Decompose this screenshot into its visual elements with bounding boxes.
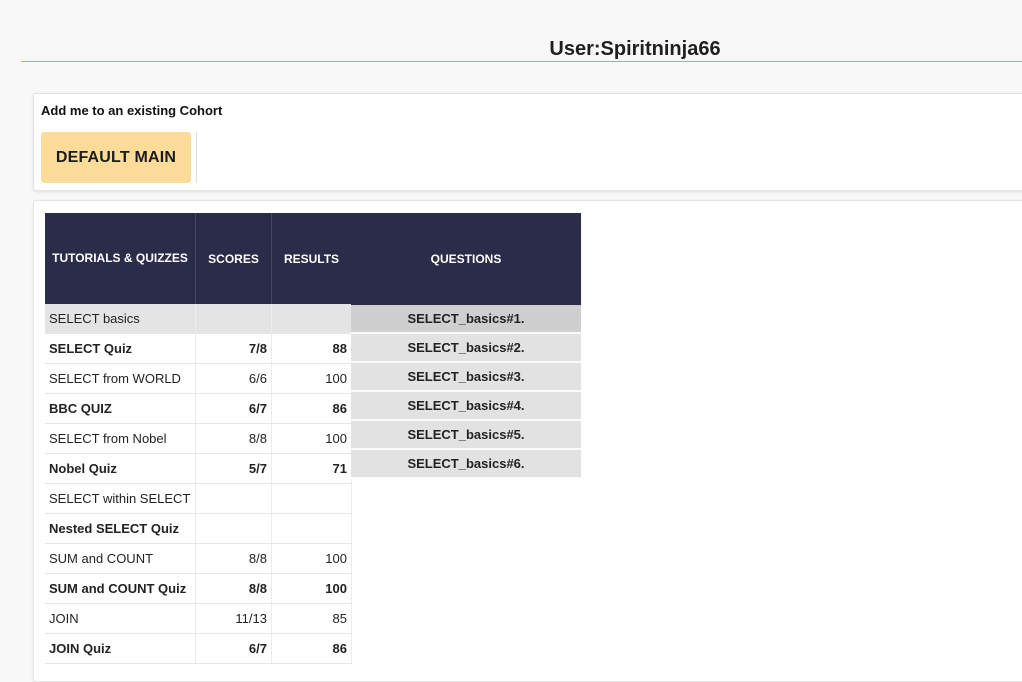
question-row[interactable]: SELECT_basics#2. [351,333,581,363]
score-cell [195,483,272,514]
result-cell: 86 [271,393,352,424]
table-row[interactable]: JOIN 11/13 85 [45,603,352,634]
tutorial-name[interactable]: SUM and COUNT [45,543,196,574]
title-divider [21,61,1022,62]
table-row[interactable]: SUM and COUNT Quiz 8/8 100 [45,573,352,604]
tutorial-name[interactable]: SELECT basics [45,304,196,334]
page-title: User:Spiritninja66 [549,38,721,60]
table-row[interactable]: SUM and COUNT 8/8 100 [45,543,352,574]
tutorial-name[interactable]: Nobel Quiz [45,453,196,484]
table-row[interactable]: SELECT from WORLD 6/6 100 [45,363,352,394]
table-row[interactable]: Nested SELECT Quiz [45,513,352,544]
question-item[interactable]: SELECT_basics#4. [351,391,581,421]
result-cell: 85 [271,603,352,634]
result-cell: 100 [271,363,352,394]
score-cell: 7/8 [195,333,272,364]
tutorial-name[interactable]: JOIN [45,603,196,634]
default-main-cohort-button[interactable]: DEFAULT MAIN [41,132,191,183]
question-item[interactable]: SELECT_basics#3. [351,362,581,392]
question-item[interactable]: SELECT_basics#6. [351,449,581,479]
question-item[interactable]: SELECT_basics#1. [351,305,581,334]
question-item[interactable]: SELECT_basics#5. [351,420,581,450]
tutorial-name[interactable]: SELECT within SELECT [45,483,196,514]
questions-header-row: QUESTIONS [351,213,581,305]
results-header: RESULTS [271,213,352,304]
questions-table: QUESTIONS SELECT_basics#1. SELECT_basics… [351,213,581,479]
result-cell: 71 [271,453,352,484]
scores-header: SCORES [195,213,272,304]
table-row[interactable]: SELECT within SELECT [45,483,352,514]
table-row[interactable]: BBC QUIZ 6/7 86 [45,393,352,424]
result-cell: 100 [271,543,352,574]
table-row[interactable]: SELECT Quiz 7/8 88 [45,333,352,364]
result-cell [271,483,352,514]
question-row[interactable]: SELECT_basics#1. [351,305,581,334]
tutorials-quizzes-header: TUTORIALS & QUIZZES [45,213,196,304]
score-cell: 8/8 [195,573,272,604]
table-row[interactable]: SELECT basics [45,304,352,334]
result-cell [271,513,352,544]
tutorial-name[interactable]: SUM and COUNT Quiz [45,573,196,604]
score-cell: 5/7 [195,453,272,484]
result-cell: 100 [271,573,352,604]
scores-header-row: TUTORIALS & QUIZZES SCORES RESULTS [45,213,352,304]
tutorial-name[interactable]: Nested SELECT Quiz [45,513,196,544]
cohort-label: Add me to an existing Cohort [41,103,223,118]
tutorial-name[interactable]: BBC QUIZ [45,393,196,424]
table-row[interactable]: JOIN Quiz 6/7 86 [45,633,352,664]
question-row[interactable]: SELECT_basics#3. [351,362,581,392]
tutorial-name[interactable]: JOIN Quiz [45,633,196,664]
tutorial-name[interactable]: SELECT from Nobel [45,423,196,454]
table-row[interactable]: SELECT from Nobel 8/8 100 [45,423,352,454]
score-cell: 6/7 [195,393,272,424]
question-row[interactable]: SELECT_basics#5. [351,420,581,450]
tutorial-name[interactable]: SELECT Quiz [45,333,196,364]
result-cell [271,304,352,334]
question-item[interactable]: SELECT_basics#2. [351,333,581,363]
score-cell: 8/8 [195,543,272,574]
score-cell: 11/13 [195,603,272,634]
score-cell: 8/8 [195,423,272,454]
cohort-panel: Add me to an existing Cohort DEFAULT MAI… [33,93,1022,191]
cohort-divider [196,132,197,183]
table-row[interactable]: Nobel Quiz 5/7 71 [45,453,352,484]
scores-table: TUTORIALS & QUIZZES SCORES RESULTS SELEC… [45,213,352,664]
score-cell [195,513,272,544]
score-cell: 6/7 [195,633,272,664]
result-cell: 100 [271,423,352,454]
result-cell: 88 [271,333,352,364]
result-cell: 86 [271,633,352,664]
questions-header: QUESTIONS [351,213,581,305]
question-row[interactable]: SELECT_basics#6. [351,449,581,479]
score-cell: 6/6 [195,363,272,394]
question-row[interactable]: SELECT_basics#4. [351,391,581,421]
tutorial-name[interactable]: SELECT from WORLD [45,363,196,394]
score-cell [195,304,272,334]
